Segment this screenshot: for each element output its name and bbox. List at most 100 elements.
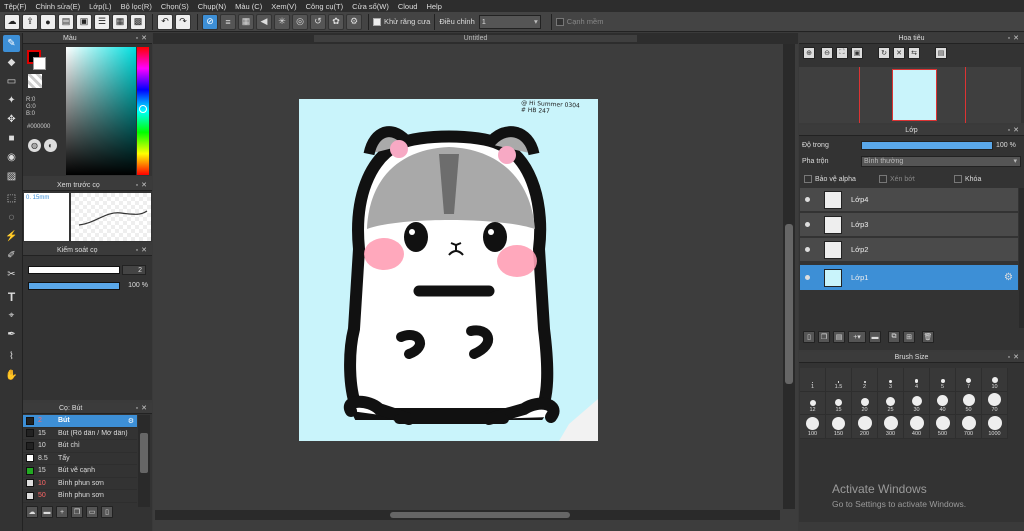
curve-icon[interactable]: ↺ bbox=[310, 13, 326, 30]
brush-item[interactable]: 50 Bình phun sơn bbox=[23, 490, 137, 503]
hue-handle[interactable] bbox=[139, 105, 147, 113]
brush-tool-icon[interactable]: ✎ bbox=[3, 35, 20, 52]
copy-layer-icon[interactable]: ❐ bbox=[818, 331, 830, 343]
brush-size-cell[interactable]: 70 bbox=[982, 391, 1008, 415]
layer-row[interactable]: Lớp1 ⚙ bbox=[800, 265, 1018, 291]
brush-size-cell[interactable]: 500 bbox=[930, 415, 956, 439]
magic-wand-icon[interactable]: ⚡ bbox=[3, 228, 20, 245]
parallel-snap-icon[interactable]: ≡ bbox=[220, 13, 236, 30]
brush-size-cell[interactable]: 2 bbox=[852, 368, 878, 392]
perspective-icon[interactable]: ◀ bbox=[256, 13, 272, 30]
brush-size-cell[interactable]: 5 bbox=[930, 368, 956, 392]
color-picker-square[interactable] bbox=[66, 47, 136, 175]
brush-size-cell[interactable]: 30 bbox=[904, 391, 930, 415]
size-slider[interactable] bbox=[28, 266, 120, 274]
zoom-out-icon[interactable]: ⊖ bbox=[821, 47, 833, 59]
duplicate-icon[interactable]: ⧉ bbox=[888, 331, 900, 343]
new-icon[interactable]: ⇪ bbox=[22, 13, 38, 30]
menu-filter[interactable]: Bộ lọc(R) bbox=[121, 2, 152, 11]
folder-icon[interactable]: ▬ bbox=[869, 331, 881, 343]
brush-size-cell[interactable]: 40 bbox=[930, 391, 956, 415]
soft-edge-toggle[interactable]: Cạnh mềm bbox=[555, 17, 603, 26]
menu-tools[interactable]: Công cụ(T) bbox=[306, 2, 344, 11]
undo-icon[interactable]: ↶ bbox=[157, 13, 173, 30]
adjust-select[interactable]: 1 bbox=[478, 14, 541, 29]
brush-size-cell[interactable]: 400 bbox=[904, 415, 930, 439]
eye-icon[interactable] bbox=[805, 247, 810, 252]
brush-size-cell[interactable]: 50 bbox=[956, 391, 982, 415]
copy-icon[interactable]: ❐ bbox=[71, 506, 83, 518]
brush-size-cell[interactable]: 3 bbox=[878, 368, 904, 392]
comment-icon[interactable]: ● bbox=[40, 13, 56, 30]
panel-controls-icon[interactable]: ▫✕ bbox=[136, 404, 150, 412]
menu-layer[interactable]: Lớp(L) bbox=[89, 2, 111, 11]
settings-snap-icon[interactable]: ✿ bbox=[328, 13, 344, 30]
brush-size-cell[interactable]: 300 bbox=[878, 415, 904, 439]
panel-controls-icon[interactable]: ▫✕ bbox=[136, 34, 150, 42]
bucket-icon[interactable]: ◉ bbox=[3, 149, 20, 166]
menu-edit[interactable]: Chỉnh sửa(E) bbox=[36, 2, 81, 11]
grid-snap-icon[interactable]: ▦ bbox=[238, 13, 254, 30]
hand-icon[interactable]: ✋ bbox=[3, 367, 20, 384]
rotate-icon[interactable]: ↻ bbox=[878, 47, 890, 59]
document-tab[interactable]: Untitled bbox=[153, 33, 798, 44]
picker-icon[interactable]: ⌇ bbox=[3, 348, 20, 365]
brush-item[interactable]: 2 Bút ⚙ bbox=[23, 415, 137, 428]
film-icon[interactable]: ▦ bbox=[112, 13, 128, 30]
page-icon[interactable]: ▯ bbox=[101, 506, 113, 518]
panel-controls-icon[interactable]: ▫✕ bbox=[1008, 353, 1022, 361]
rect-select-icon[interactable]: ▭ bbox=[3, 73, 20, 90]
menu-cloud[interactable]: Cloud bbox=[398, 2, 418, 11]
size-input[interactable]: 2 bbox=[122, 265, 146, 275]
antialias-checkbox[interactable] bbox=[373, 17, 381, 26]
layer-row[interactable]: Lớp4 bbox=[800, 188, 1018, 212]
horizontal-scrollbar[interactable] bbox=[155, 510, 780, 520]
add-icon[interactable]: + bbox=[56, 506, 68, 518]
folder-icon[interactable]: ▬ bbox=[41, 506, 53, 518]
radial-icon[interactable]: ✳ bbox=[274, 13, 290, 30]
palette-icon[interactable]: ◍ bbox=[28, 139, 41, 152]
layer-row[interactable]: Lớp2 bbox=[800, 238, 1018, 262]
save-icon[interactable]: ▣ bbox=[76, 13, 92, 30]
brush-size-cell[interactable]: 1000 bbox=[982, 415, 1008, 439]
eyedropper-icon[interactable]: ✒ bbox=[3, 326, 20, 343]
divide-icon[interactable]: ⌖ bbox=[3, 307, 20, 324]
actual-size-icon[interactable]: ▣ bbox=[851, 47, 863, 59]
select-icon[interactable]: ⬚ bbox=[3, 190, 20, 207]
soft-edge-checkbox[interactable] bbox=[555, 17, 564, 26]
zoom-in-icon[interactable]: ⊕ bbox=[803, 47, 815, 59]
brush-size-cell[interactable]: 20 bbox=[852, 391, 878, 415]
reset-view-icon[interactable]: ✕ bbox=[893, 47, 905, 59]
brush-size-cell[interactable]: 200 bbox=[852, 415, 878, 439]
cloud-icon[interactable]: ☁ bbox=[4, 13, 20, 30]
navigator-preview[interactable] bbox=[799, 67, 1021, 123]
brush-item[interactable]: 15 Bút (Rõ dần / Mờ dần) bbox=[23, 427, 137, 440]
redo-icon[interactable]: ↷ bbox=[175, 13, 191, 30]
move-icon[interactable]: ✥ bbox=[3, 111, 20, 128]
eye-icon[interactable] bbox=[805, 197, 810, 202]
drawing-canvas[interactable]: @ Hi Summer 0304 # HB 247 bbox=[299, 99, 598, 441]
merge-icon[interactable]: ▤ bbox=[833, 331, 845, 343]
layer-row[interactable]: Lớp3 bbox=[800, 213, 1018, 237]
background-color-swatch[interactable] bbox=[33, 57, 46, 70]
folder-icon[interactable]: ▭ bbox=[86, 506, 98, 518]
vertical-scrollbar[interactable] bbox=[783, 44, 795, 509]
gear-icon[interactable]: ⚙ bbox=[1004, 272, 1013, 283]
new-layer-icon[interactable]: ▯ bbox=[803, 331, 815, 343]
menu-color[interactable]: Màu (C) bbox=[235, 2, 262, 11]
clipping-icon[interactable]: ⊞ bbox=[903, 331, 915, 343]
brush-size-cell[interactable]: 700 bbox=[956, 415, 982, 439]
snap-off-icon[interactable]: ⊘ bbox=[202, 13, 218, 30]
brush-item[interactable]: 8.5 Tẩy bbox=[23, 452, 137, 465]
grid-icon[interactable]: ▩ bbox=[130, 13, 146, 30]
brush-item[interactable]: 15 Bút vẽ cạnh bbox=[23, 465, 137, 478]
brush-size-cell[interactable]: 10 bbox=[982, 368, 1008, 392]
lock-toggle[interactable]: Khóa bbox=[954, 175, 981, 183]
brush-item[interactable]: 10 Bút chì bbox=[23, 440, 137, 453]
brush-size-cell[interactable]: 100 bbox=[800, 415, 826, 439]
gear-icon[interactable]: ⚙ bbox=[346, 13, 362, 30]
panel-controls-icon[interactable]: ▫✕ bbox=[136, 181, 150, 189]
menu-view[interactable]: Xem(V) bbox=[271, 2, 296, 11]
panel-controls-icon[interactable]: ▫✕ bbox=[136, 246, 150, 254]
clip-toggle[interactable]: Xén bớt bbox=[879, 175, 915, 183]
